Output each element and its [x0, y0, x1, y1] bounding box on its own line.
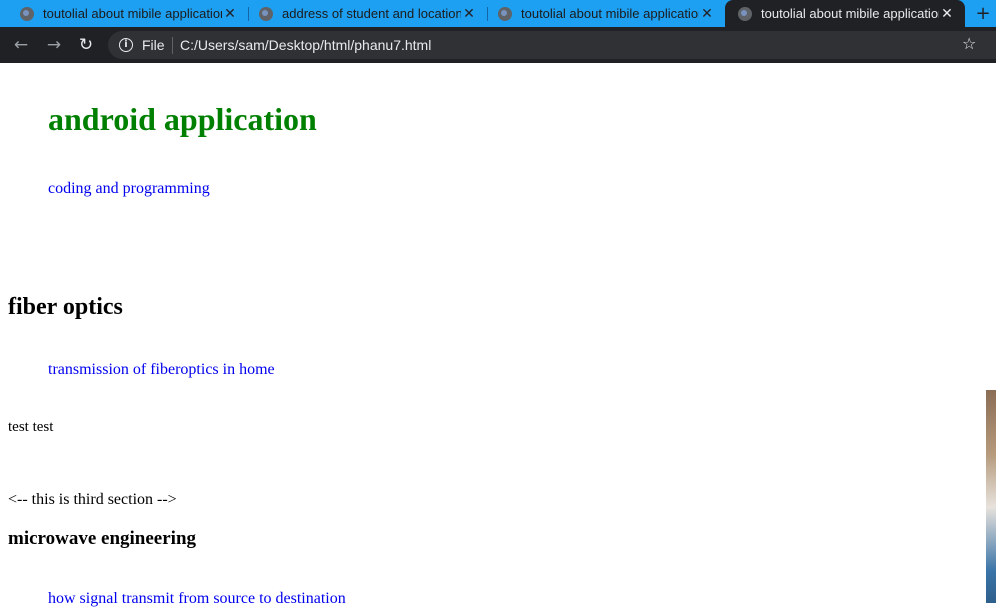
close-icon[interactable]: ✕ — [939, 5, 955, 22]
tab-title: address of student and location — [282, 6, 461, 21]
info-icon[interactable]: i — [119, 38, 133, 52]
globe-icon — [20, 6, 34, 21]
reload-icon[interactable]: ↻ — [74, 33, 98, 57]
tab-1[interactable]: toutolial about mibile application ✕ — [0, 0, 248, 27]
close-icon[interactable]: ✕ — [699, 5, 715, 22]
globe-icon — [498, 6, 512, 21]
url-text[interactable]: C:/Users/sam/Desktop/html/phanu7.html — [180, 37, 431, 53]
section-heading-fiber-optics: fiber optics — [8, 294, 123, 320]
partial-image — [986, 390, 996, 603]
scheme-label: File — [142, 37, 165, 53]
close-icon[interactable]: ✕ — [461, 5, 477, 22]
test-text: test test — [8, 419, 54, 435]
section-heading-microwave: microwave engineering — [8, 528, 197, 549]
bookmark-star-icon[interactable]: ☆ — [962, 34, 976, 53]
tab-4-active[interactable]: toutolial about mibile application ✕ — [725, 0, 965, 27]
tab-strip: toutolial about mibile application ✕ add… — [0, 0, 996, 27]
address-bar[interactable]: i File C:/Users/sam/Desktop/html/phanu7.… — [108, 31, 996, 59]
tab-title: toutolial about mibile application — [43, 6, 222, 21]
page-heading: android application — [48, 101, 317, 137]
tab-3[interactable]: toutolial about mibile application ✕ — [478, 0, 725, 27]
browser-toolbar: ← → ↻ i File C:/Users/sam/Desktop/html/p… — [0, 27, 996, 63]
new-tab-button[interactable]: + — [970, 0, 996, 27]
link-coding-programming[interactable]: coding and programming — [48, 180, 210, 198]
link-signal-transmit[interactable]: how signal transmit from source to desti… — [48, 590, 346, 608]
back-arrow-icon[interactable]: ← — [9, 33, 33, 57]
address-divider — [172, 37, 173, 54]
tab-title: toutolial about mibile application — [761, 6, 939, 21]
globe-icon — [259, 6, 273, 21]
link-fiberoptics-home[interactable]: transmission of fiberoptics in home — [48, 361, 275, 379]
globe-icon — [738, 6, 752, 21]
tab-title: toutolial about mibile application — [521, 6, 699, 21]
page-content: android application coding and programmi… — [0, 63, 996, 607]
forward-arrow-icon[interactable]: → — [42, 33, 66, 57]
tab-2[interactable]: address of student and location ✕ — [239, 0, 487, 27]
comment-text: <-- this is third section --> — [8, 491, 177, 508]
close-icon[interactable]: ✕ — [222, 5, 238, 22]
